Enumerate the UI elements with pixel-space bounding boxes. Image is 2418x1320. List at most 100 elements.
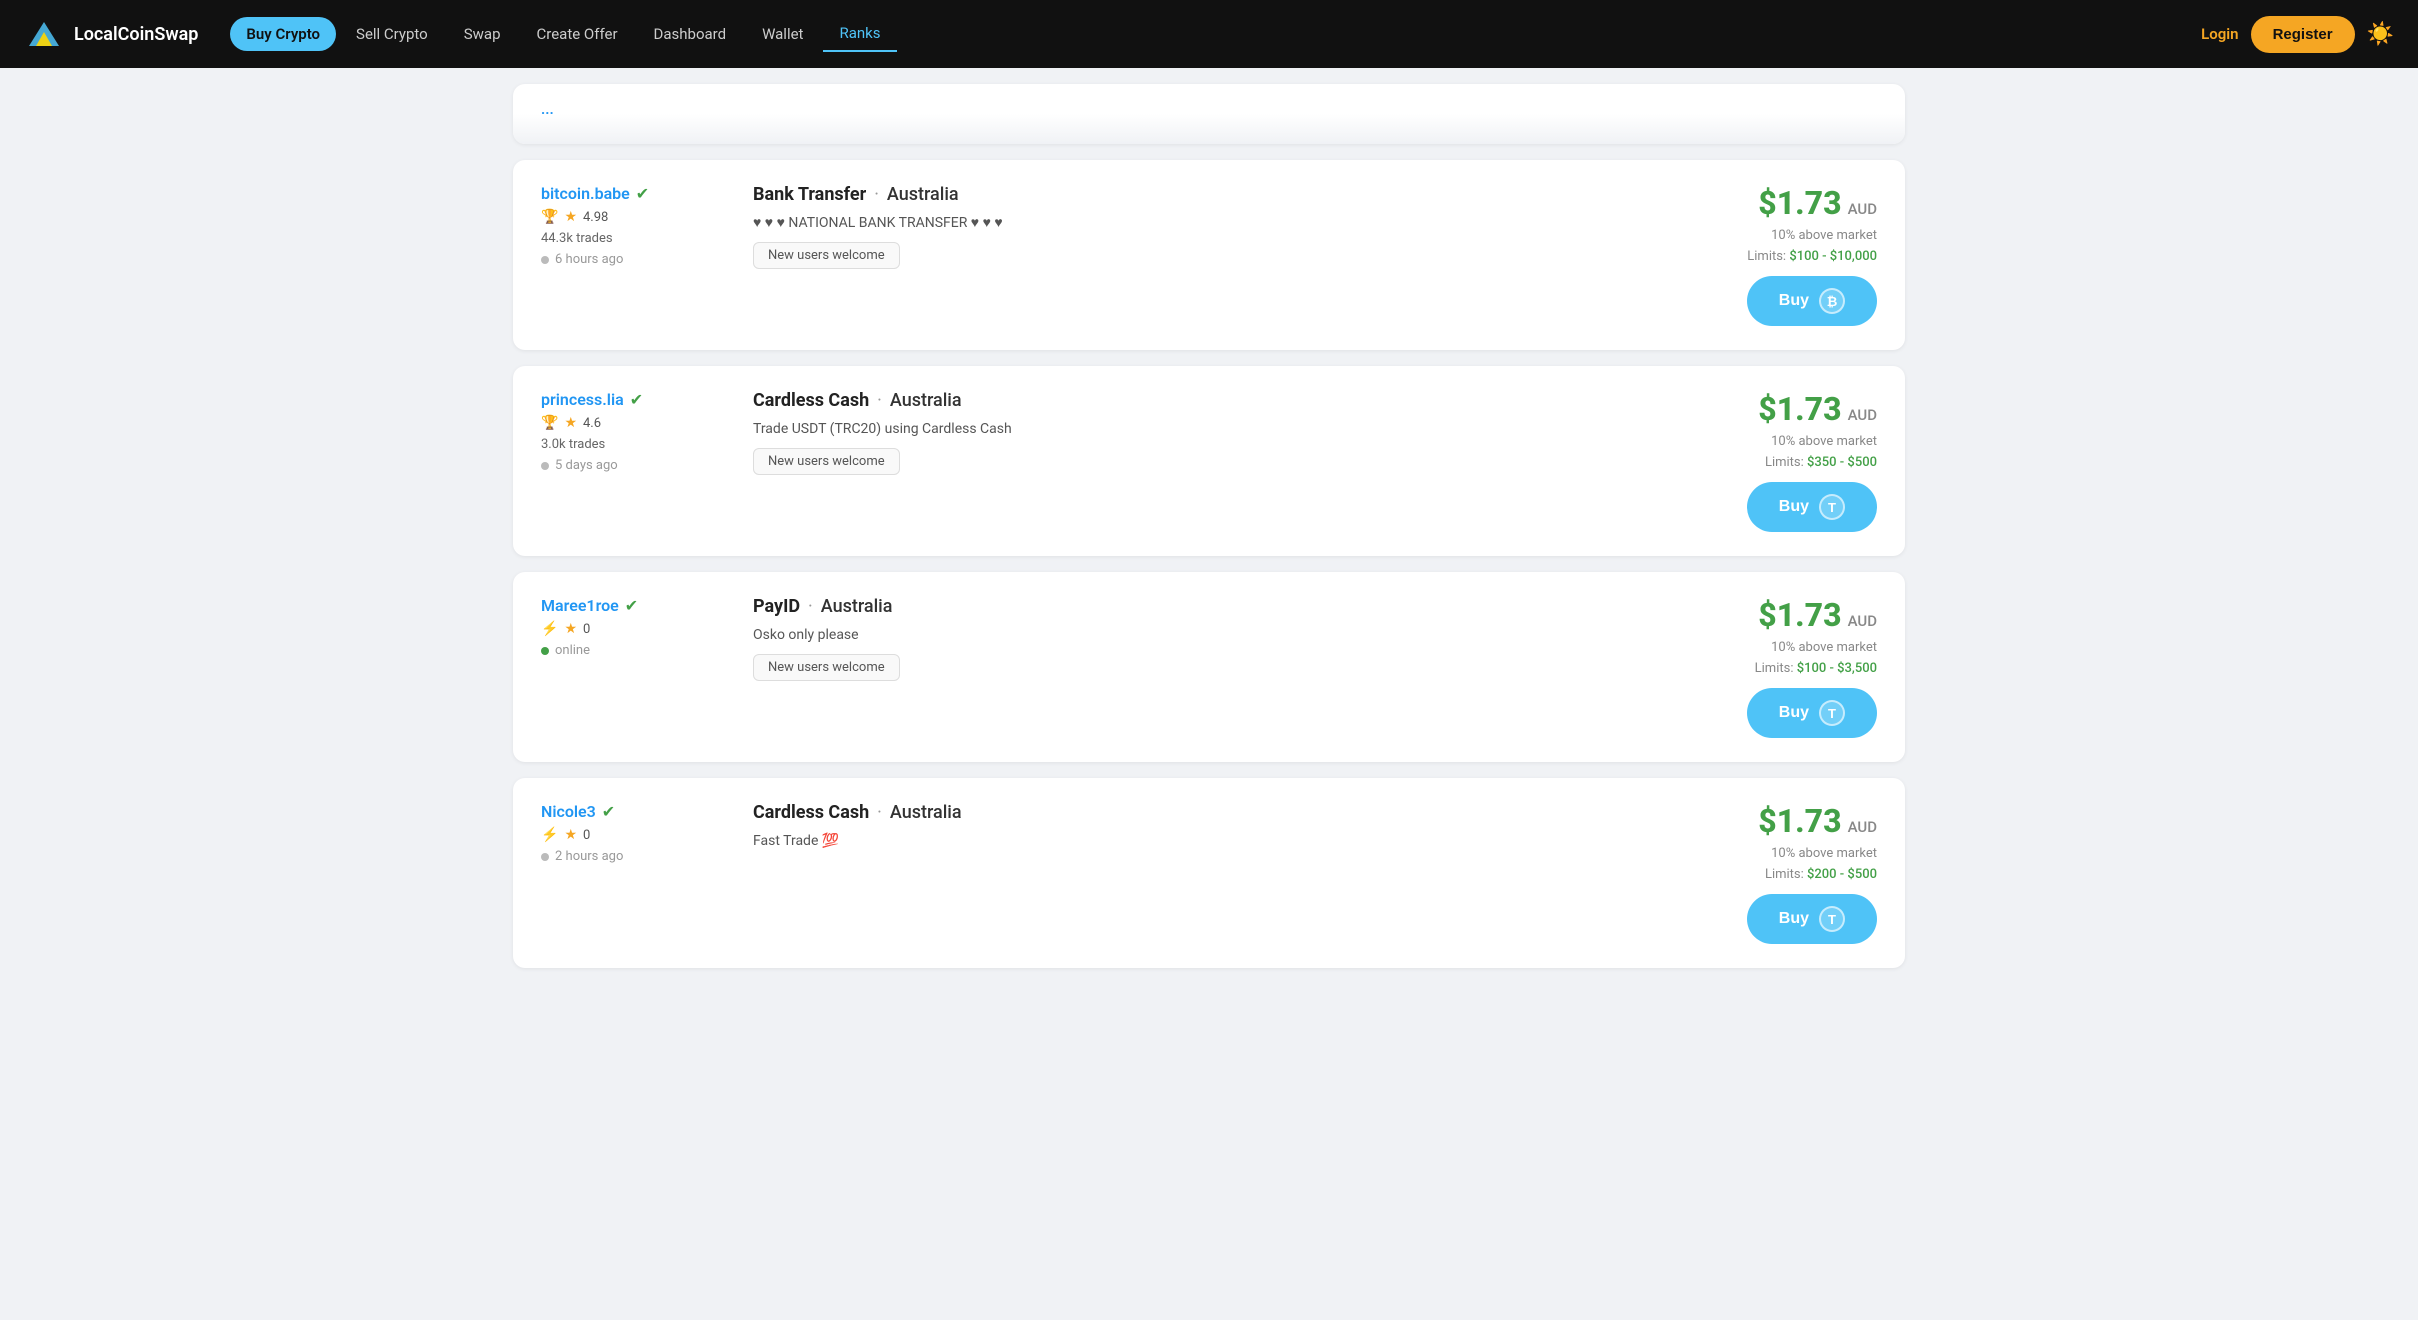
buy-label: Buy [1779,498,1809,516]
lightning-icon: ⚡ [541,827,558,843]
nav-logo[interactable]: LocalCoinSwap [24,14,198,54]
seller-section: Nicole3 ✔ ⚡ ★ 0 2 hours ago [541,802,721,864]
seller-meta: ⚡ ★ 0 [541,621,721,637]
coin-icon: T [1819,494,1845,520]
offer-country: Australia [887,184,959,205]
logo-icon [24,14,64,54]
offer-description: Trade USDT (TRC20) using Cardless Cash [753,419,1565,440]
offer-title-row: Cardless Cash · Australia [753,390,1565,411]
trophy-icon: 🏆 [541,415,558,431]
offer-description: Fast Trade 💯 [753,831,1565,852]
price-amount: $1.73 [1758,802,1841,840]
payment-method: PayID [753,596,800,617]
offer-card: bitcoin.babe ✔ 🏆 ★ 4.98 44.3k trades 6 h… [513,160,1905,350]
price-section: $1.73 AUD 10% above market Limits: $100 … [1597,184,1877,326]
buy-button[interactable]: Buy T [1747,688,1877,738]
offer-tag: New users welcome [753,448,900,475]
rating: 4.98 [583,210,608,225]
seller-section: princess.lia ✔ 🏆 ★ 4.6 3.0k trades 5 day… [541,390,721,473]
seller-name[interactable]: Nicole3 [541,802,596,821]
seller-meta: 🏆 ★ 4.6 [541,415,721,431]
seller-name-row: princess.lia ✔ [541,390,721,409]
offer-card: Nicole3 ✔ ⚡ ★ 0 2 hours ago Cardless Cas… [513,778,1905,968]
coin-icon: T [1819,700,1845,726]
login-button[interactable]: Login [2201,25,2238,43]
price-currency: AUD [1848,612,1877,630]
price-currency: AUD [1848,200,1877,218]
trades: 44.3k trades [541,231,721,246]
status-dot [541,853,549,861]
offer-country: Australia [890,802,962,823]
rating: 0 [583,828,590,843]
above-market: 10% above market [1771,640,1877,655]
buy-label: Buy [1779,704,1809,722]
price-amount: $1.73 [1758,390,1841,428]
above-market: 10% above market [1771,434,1877,449]
seller-name-row: bitcoin.babe ✔ [541,184,721,203]
seller-name-row: Nicole3 ✔ [541,802,721,821]
star-icon: ★ [564,209,577,225]
nav-sell-crypto[interactable]: Sell Crypto [340,17,444,51]
verified-icon: ✔ [625,596,638,615]
limits-value: $350 - $500 [1807,455,1877,470]
time-text: 5 days ago [555,458,618,473]
register-button[interactable]: Register [2251,16,2355,53]
rating: 0 [583,622,590,637]
buy-label: Buy [1779,910,1809,928]
buy-label: Buy [1779,292,1809,310]
star-icon: ★ [564,827,577,843]
nav-buy-crypto[interactable]: Buy Crypto [230,17,336,51]
seller-meta: ⚡ ★ 0 [541,827,721,843]
time-row: online [541,643,721,658]
trophy-icon: 🏆 [541,209,558,225]
payment-method: Bank Transfer [753,184,866,205]
price-row: $1.73 AUD [1758,390,1877,428]
nav-swap[interactable]: Swap [448,17,517,51]
limits-row: Limits: $350 - $500 [1765,455,1877,470]
time-text: 2 hours ago [555,849,623,864]
offer-tag: New users welcome [753,242,900,269]
verified-icon: ✔ [636,184,649,203]
nav-ranks[interactable]: Ranks [823,16,896,52]
seller-section: Maree1roe ✔ ⚡ ★ 0 online [541,596,721,658]
seller-name[interactable]: Maree1roe [541,596,619,615]
time-row: 5 days ago [541,458,721,473]
offer-card: princess.lia ✔ 🏆 ★ 4.6 3.0k trades 5 day… [513,366,1905,556]
above-market: 10% above market [1771,228,1877,243]
offers-list: ... bitcoin.babe ✔ 🏆 ★ 4.98 44.3k trades… [489,68,1929,1000]
seller-section: bitcoin.babe ✔ 🏆 ★ 4.98 44.3k trades 6 h… [541,184,721,267]
price-row: $1.73 AUD [1758,802,1877,840]
seller-name[interactable]: princess.lia [541,390,624,409]
offer-description: Osko only please [753,625,1565,646]
seller-name[interactable]: bitcoin.babe [541,184,630,203]
seller-meta: 🏆 ★ 4.98 [541,209,721,225]
navbar: LocalCoinSwap Buy Crypto Sell Crypto Swa… [0,0,2418,68]
nav-create-offer[interactable]: Create Offer [521,17,634,51]
offer-section: Cardless Cash · Australia Trade USDT (TR… [753,390,1565,475]
limits-row: Limits: $100 - $10,000 [1747,249,1877,264]
buy-button[interactable]: Buy ₿ [1747,276,1877,326]
price-currency: AUD [1848,406,1877,424]
time-row: 2 hours ago [541,849,721,864]
time-text: 6 hours ago [555,252,623,267]
rating: 4.6 [583,416,601,431]
time-text: online [555,643,590,658]
partial-offer-card: ... [513,84,1905,144]
offer-title-row: PayID · Australia [753,596,1565,617]
price-currency: AUD [1848,818,1877,836]
verified-icon: ✔ [630,390,643,409]
coin-icon: ₿ [1819,288,1845,314]
seller-name-row: Maree1roe ✔ [541,596,721,615]
theme-toggle[interactable]: ☀️ [2367,22,2394,47]
payment-method: Cardless Cash [753,802,869,823]
limits-value: $100 - $3,500 [1797,661,1877,676]
star-icon: ★ [564,621,577,637]
offer-section: PayID · Australia Osko only please New u… [753,596,1565,681]
logo-text: LocalCoinSwap [74,24,198,45]
nav-wallet[interactable]: Wallet [746,17,819,51]
nav-dashboard[interactable]: Dashboard [638,17,743,51]
offer-title-row: Bank Transfer · Australia [753,184,1565,205]
buy-button[interactable]: Buy T [1747,482,1877,532]
offer-card: Maree1roe ✔ ⚡ ★ 0 online PayID · Austral… [513,572,1905,762]
buy-button[interactable]: Buy T [1747,894,1877,944]
